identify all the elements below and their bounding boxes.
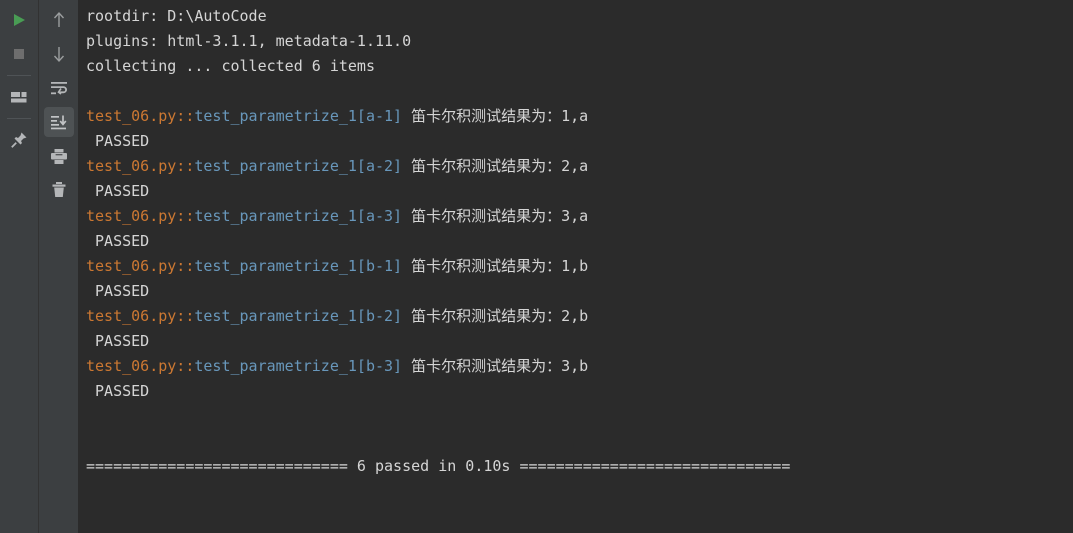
console-line: plugins: html-3.1.1, metadata-1.11.0 xyxy=(86,29,1073,54)
test-case-id[interactable]: test_parametrize_1[b-1] xyxy=(194,257,402,275)
test-stdout: 笛卡尔积测试结果为：2,b xyxy=(402,307,589,325)
test-file-path[interactable]: test_06.py:: xyxy=(86,107,194,125)
console-line: rootdir: D:\AutoCode xyxy=(86,4,1073,29)
rerun-button[interactable] xyxy=(4,5,34,35)
test-status-passed: PASSED xyxy=(86,282,150,300)
test-file-path[interactable]: test_06.py:: xyxy=(86,307,194,325)
test-stdout: 笛卡尔积测试结果为：1,a xyxy=(402,107,589,125)
test-case-id[interactable]: test_parametrize_1[b-2] xyxy=(194,307,402,325)
console-line: test_06.py::test_parametrize_1[a-3] 笛卡尔积… xyxy=(86,204,1073,229)
test-status-passed: PASSED xyxy=(86,332,150,350)
console-line: test_06.py::test_parametrize_1[b-2] 笛卡尔积… xyxy=(86,304,1073,329)
test-stdout: 笛卡尔积测试结果为：1,b xyxy=(402,257,589,275)
console-line: PASSED xyxy=(86,129,1073,154)
console-line: PASSED xyxy=(86,279,1073,304)
stop-icon xyxy=(11,46,27,62)
console-output-area[interactable]: rootdir: D:\AutoCode plugins: html-3.1.1,… xyxy=(78,0,1073,533)
clear-all-button[interactable] xyxy=(44,175,74,205)
console-line: PASSED xyxy=(86,229,1073,254)
test-file-path[interactable]: test_06.py:: xyxy=(86,257,194,275)
test-stdout: 笛卡尔积测试结果为：3,a xyxy=(402,207,589,225)
soft-wrap-icon xyxy=(50,80,68,96)
run-console-window: rootdir: D:\AutoCode plugins: html-3.1.1,… xyxy=(0,0,1073,533)
test-summary-line: ============================= 6 passed i… xyxy=(86,457,791,475)
test-case-id[interactable]: test_parametrize_1[b-3] xyxy=(194,357,402,375)
arrow-down-icon xyxy=(51,45,67,63)
soft-wrap-button[interactable] xyxy=(44,73,74,103)
console-toolbar xyxy=(0,0,78,533)
test-status-passed: PASSED xyxy=(86,232,150,250)
console-line: test_06.py::test_parametrize_1[a-2] 笛卡尔积… xyxy=(86,154,1073,179)
stop-button[interactable] xyxy=(4,39,34,69)
trash-icon xyxy=(51,181,67,199)
toolbar-separator xyxy=(7,75,31,76)
console-line: Process finished with exit code 0 xyxy=(86,529,1073,533)
console-line: test_06.py::test_parametrize_1[b-1] 笛卡尔积… xyxy=(86,254,1073,279)
arrow-up-icon xyxy=(51,11,67,29)
console-text: rootdir: D:\AutoCode plugins: html-3.1.1,… xyxy=(78,0,1073,533)
up-button[interactable] xyxy=(44,5,74,35)
console-line: test_06.py::test_parametrize_1[a-1] 笛卡尔积… xyxy=(86,104,1073,129)
test-status-passed: PASSED xyxy=(86,132,150,150)
console-text-line: plugins: html-3.1.1, metadata-1.11.0 xyxy=(86,32,412,50)
toolbar-primary-column xyxy=(0,0,38,533)
console-text-line: collecting ... collected 6 items xyxy=(86,57,375,75)
toolbar-separator xyxy=(7,118,31,119)
play-icon xyxy=(11,12,27,28)
console-line: PASSED xyxy=(86,379,1073,404)
console-line: ============================= 6 passed i… xyxy=(86,454,1073,479)
console-line: PASSED xyxy=(86,179,1073,204)
test-case-id[interactable]: test_parametrize_1[a-3] xyxy=(194,207,402,225)
test-status-passed: PASSED xyxy=(86,182,150,200)
console-line: test_06.py::test_parametrize_1[b-3] 笛卡尔积… xyxy=(86,354,1073,379)
pin-tab-button[interactable] xyxy=(4,125,34,155)
down-button[interactable] xyxy=(44,39,74,69)
printer-icon xyxy=(50,148,68,165)
test-stdout: 笛卡尔积测试结果为：3,b xyxy=(402,357,589,375)
test-file-path[interactable]: test_06.py:: xyxy=(86,207,194,225)
print-button[interactable] xyxy=(44,141,74,171)
console-text-line: rootdir: D:\AutoCode xyxy=(86,7,267,25)
test-stdout: 笛卡尔积测试结果为：2,a xyxy=(402,157,589,175)
console-line: PASSED xyxy=(86,329,1073,354)
test-file-path[interactable]: test_06.py:: xyxy=(86,157,194,175)
toolbar-secondary-column xyxy=(38,0,78,533)
pin-icon xyxy=(10,131,28,149)
test-status-passed: PASSED xyxy=(86,382,150,400)
scroll-to-end-icon xyxy=(50,114,68,130)
layout-icon xyxy=(10,89,28,105)
console-line: collecting ... collected 6 items xyxy=(86,54,1073,79)
scroll-to-end-button[interactable] xyxy=(43,107,74,137)
toggle-layout-button[interactable] xyxy=(4,82,34,112)
test-file-path[interactable]: test_06.py:: xyxy=(86,357,194,375)
test-case-id[interactable]: test_parametrize_1[a-1] xyxy=(194,107,402,125)
test-case-id[interactable]: test_parametrize_1[a-2] xyxy=(194,157,402,175)
